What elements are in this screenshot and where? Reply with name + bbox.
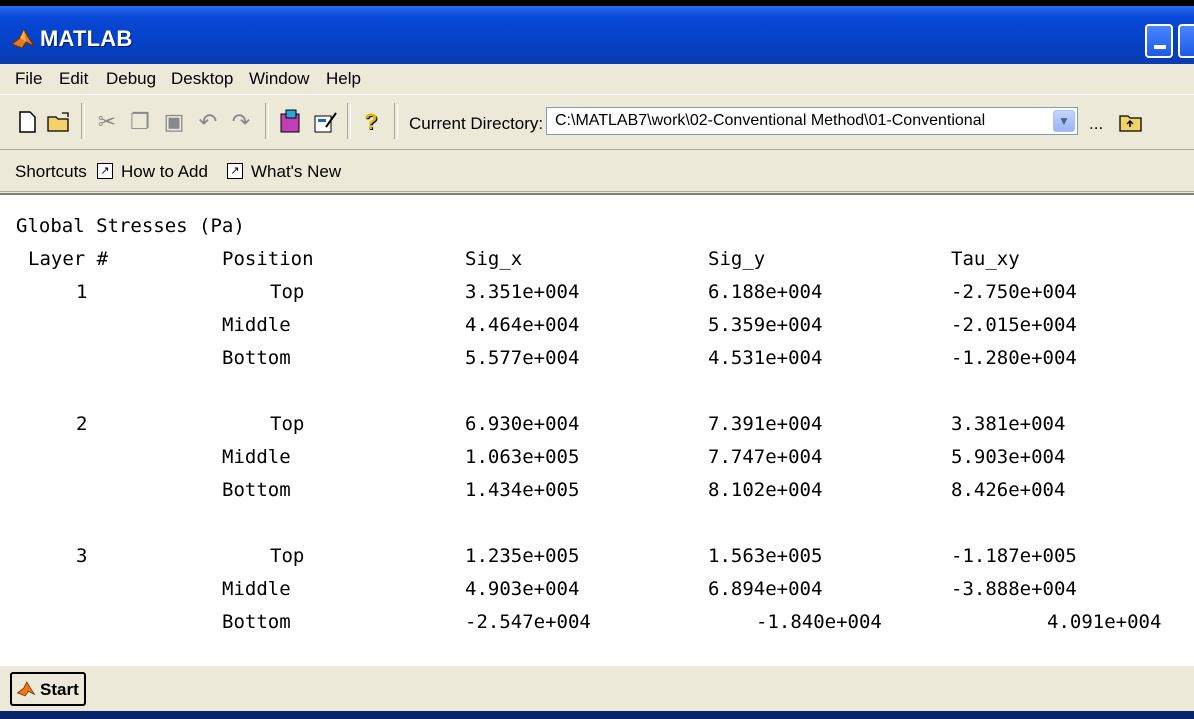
sig-y-cell: 8.102e+004 (708, 479, 823, 501)
toolbar: ✂ ❐ ▣ ↶ ↷ ? Current Directory: C:\MATLAB… (0, 94, 1194, 150)
menu-help[interactable]: Help (326, 69, 361, 89)
tau-xy-cell: -1.187e+005 (951, 545, 1077, 567)
tau-xy-cell: -3.888e+004 (951, 578, 1077, 600)
sig-y-cell: 5.359e+004 (708, 314, 823, 336)
new-file-icon[interactable] (12, 107, 42, 137)
menu-file[interactable]: File (15, 69, 42, 89)
help-icon[interactable]: ? (356, 107, 386, 137)
column-header-tau-xy: Tau_xy (951, 248, 1020, 270)
tau-xy-cell: 4.091e+004 (1047, 611, 1162, 633)
menu-desktop[interactable]: Desktop (171, 69, 233, 89)
current-directory-value: C:\MATLAB7\work\02-Conventional Method\0… (555, 112, 986, 129)
paste-icon[interactable]: ▣ (159, 107, 189, 137)
tau-xy-cell: -2.750e+004 (951, 281, 1077, 303)
redo-icon[interactable]: ↷ (226, 107, 256, 137)
menu-bar: File Edit Debug Desktop Window Help (0, 64, 1194, 94)
undo-icon[interactable]: ↶ (193, 107, 223, 137)
sig-y-cell: 6.894e+004 (708, 578, 823, 600)
window-title: MATLAB (40, 26, 133, 51)
whats-new-link[interactable]: What's New (251, 162, 341, 182)
column-header-layer: Layer # (28, 248, 109, 270)
matlab-window: MATLAB File Edit Debug Desktop Window He… (0, 0, 1194, 719)
column-header-sig-y: Sig_y (708, 248, 766, 270)
position-cell: Middle (222, 314, 291, 336)
title-bar[interactable]: MATLAB (0, 0, 1194, 64)
start-label: Start (40, 680, 79, 699)
column-header-position: Position (222, 248, 314, 270)
output-heading: Global Stresses (Pa) (16, 215, 245, 237)
maximize-button[interactable] (1178, 24, 1194, 58)
position-cell: Top (270, 545, 305, 567)
shortcuts-bar: Shortcuts ↗ How to Add ↗ What's New (0, 150, 1194, 192)
position-cell: Top (270, 413, 305, 435)
open-folder-icon[interactable] (44, 107, 74, 137)
tau-xy-cell: -1.280e+004 (951, 347, 1077, 369)
chevron-down-icon[interactable]: ▼ (1053, 110, 1075, 132)
sig-y-cell: 4.531e+004 (708, 347, 823, 369)
shortcut-icon: ↗ (97, 163, 113, 179)
minimize-button[interactable] (1145, 24, 1173, 58)
shortcut-icon: ↗ (227, 163, 243, 179)
layer-number: 3 (76, 545, 88, 567)
sig-x-cell: 3.351e+004 (465, 281, 580, 303)
guide-icon[interactable] (310, 107, 340, 137)
tau-xy-cell: 8.426e+004 (951, 479, 1066, 501)
tau-xy-cell: -2.015e+004 (951, 314, 1077, 336)
sig-y-cell: -1.840e+004 (756, 611, 882, 633)
how-to-add-link[interactable]: How to Add (121, 162, 208, 182)
layer-number: 1 (76, 281, 88, 303)
sig-x-cell: 4.903e+004 (465, 578, 580, 600)
matlab-logo-icon (10, 28, 36, 49)
copy-icon[interactable]: ❐ (125, 107, 155, 137)
sig-y-cell: 7.747e+004 (708, 446, 823, 468)
sig-y-cell: 6.188e+004 (708, 281, 823, 303)
sig-x-cell: 5.577e+004 (465, 347, 580, 369)
parent-folder-icon[interactable] (1116, 107, 1146, 137)
browse-button[interactable]: ... (1089, 114, 1103, 134)
cut-icon[interactable]: ✂ (92, 107, 122, 137)
sig-x-cell: 4.464e+004 (465, 314, 580, 336)
layer-number: 2 (76, 413, 88, 435)
position-cell: Bottom (222, 347, 291, 369)
sig-y-cell: 7.391e+004 (708, 413, 823, 435)
simulink-icon[interactable] (276, 107, 306, 137)
position-cell: Bottom (222, 479, 291, 501)
tau-xy-cell: 5.903e+004 (951, 446, 1066, 468)
column-header-sig-x: Sig_x (465, 248, 523, 270)
matlab-logo-icon (16, 681, 36, 697)
window-border (0, 711, 1194, 719)
current-directory-label: Current Directory: (409, 114, 544, 133)
menu-edit[interactable]: Edit (59, 69, 88, 89)
shortcuts-label: Shortcuts (15, 162, 87, 181)
start-button[interactable]: Start (10, 672, 86, 706)
sig-y-cell: 1.563e+005 (708, 545, 823, 567)
sig-x-cell: 6.930e+004 (465, 413, 580, 435)
position-cell: Top (270, 281, 305, 303)
menu-debug[interactable]: Debug (106, 69, 156, 89)
command-window[interactable]: Global Stresses (Pa) Layer # Position Si… (0, 193, 1194, 665)
tau-xy-cell: 3.381e+004 (951, 413, 1066, 435)
menu-window[interactable]: Window (249, 69, 309, 89)
sig-x-cell: -2.547e+004 (465, 611, 591, 633)
position-cell: Middle (222, 578, 291, 600)
sig-x-cell: 1.434e+005 (465, 479, 580, 501)
position-cell: Bottom (222, 611, 291, 633)
position-cell: Middle (222, 446, 291, 468)
current-directory-input[interactable]: C:\MATLAB7\work\02-Conventional Method\0… (546, 107, 1078, 135)
sig-x-cell: 1.235e+005 (465, 545, 580, 567)
sig-x-cell: 1.063e+005 (465, 446, 580, 468)
